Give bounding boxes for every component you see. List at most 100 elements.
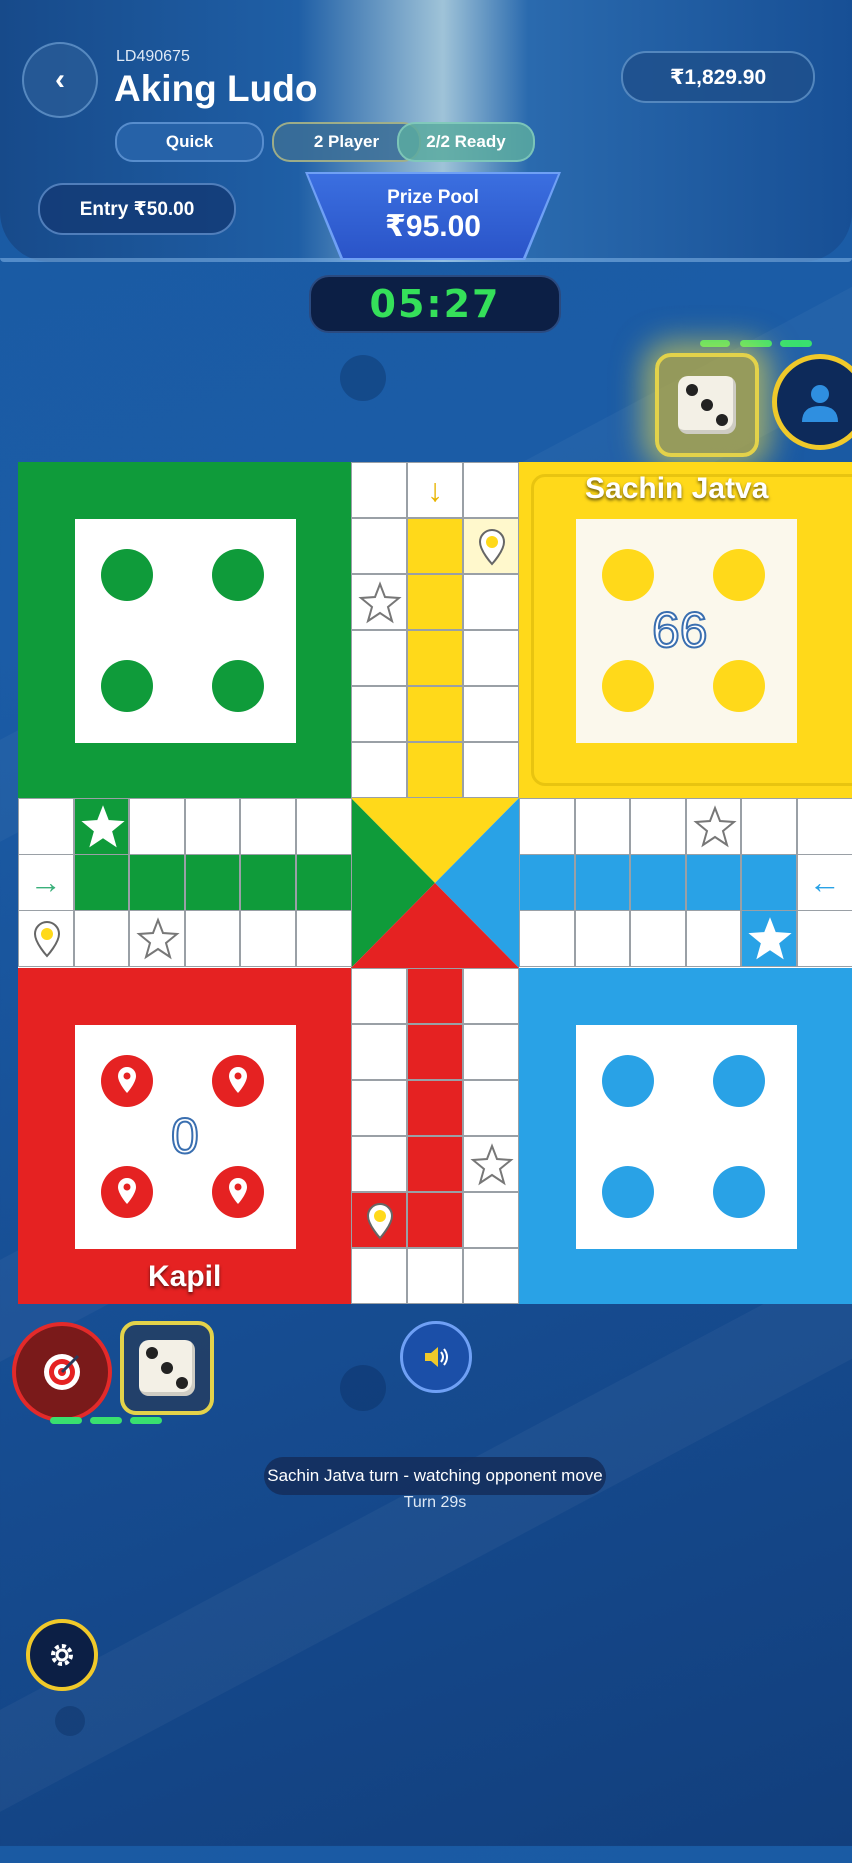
opponent-name: Sachin Jatva [585,472,769,505]
bg-bubble [340,1365,386,1411]
player-target-badge[interactable] [12,1322,112,1422]
board-cell [18,798,74,855]
board-cell [463,1192,519,1248]
board-cell [351,518,407,574]
board-cell [407,1080,463,1136]
board-cell [351,630,407,686]
board-cell [351,1248,407,1304]
board-cell: ↓ [407,462,463,518]
board-cell [240,798,296,855]
room-id: LD490675 [116,48,190,65]
red-token[interactable] [101,1055,153,1107]
map-pin-icon [478,528,506,566]
board-cell [463,742,519,798]
map-pin-icon [118,1178,136,1204]
board-cell [296,798,352,855]
board-cell [407,1248,463,1304]
map-pin-icon [366,1202,394,1240]
board-cell [129,910,185,967]
board-cell [184,854,241,911]
turn-progress-segment [50,1417,82,1424]
turn-progress-segment [130,1417,162,1424]
board-cell [797,910,852,967]
room-title: Aking Ludo [114,68,318,109]
board-cell [519,798,575,855]
turn-progress-segment [700,340,730,347]
opponent-avatar [772,354,852,450]
wallet-balance[interactable]: ₹1,829.90 [621,51,815,103]
board-cell [574,854,631,911]
board-cell [407,742,463,798]
board-cell [184,798,241,855]
board-cell [685,854,742,911]
star-icon [358,581,402,624]
turn-progress-segment [780,340,812,347]
roll-dice-button[interactable] [120,1321,214,1415]
board-cell [296,910,352,967]
board-cell [73,910,130,967]
arrow-icon: ↓ [427,471,443,508]
map-pin-icon [118,1067,136,1093]
board-cell [741,910,797,967]
board-cell [630,854,686,911]
board-cell [519,910,575,967]
ludo-board: 66 Sachin Jatva 0 Kapil ↓ → ← [18,462,852,1304]
red-token[interactable] [101,1166,153,1218]
board-cell [351,968,407,1024]
sound-button[interactable] [400,1321,472,1393]
board-cell [407,1024,463,1080]
board-cell [519,854,575,911]
turn-progress-segment [90,1417,122,1424]
board-cell [407,968,463,1024]
board-cell [407,686,463,742]
yellow-token[interactable] [463,518,519,574]
board-cell [463,968,519,1024]
red-token[interactable] [212,1166,264,1218]
settings-button[interactable] [26,1619,98,1691]
board-cell [574,910,631,967]
board-cell [351,1136,407,1192]
settings-icon [51,1644,73,1666]
red-token[interactable] [212,1055,264,1107]
green-home [18,462,351,798]
board-cell [73,854,130,911]
player-name: Kapil [148,1260,222,1293]
home-center [351,798,519,968]
board-cell [129,854,185,911]
board-cell [73,798,130,855]
board-cell [240,854,296,911]
board-cell [351,1080,407,1136]
bg-bubble [55,1706,85,1736]
board-cell [351,574,407,630]
mode-badge: Quick [115,122,264,162]
board-cell [407,1192,463,1248]
star-icon [81,805,125,848]
star-icon [470,1143,514,1186]
prize-pool-value: ₹95.00 [385,210,481,243]
board-cell [630,798,686,855]
board-cell [240,910,296,967]
yellow-token[interactable] [18,910,74,967]
map-pin-icon [229,1067,247,1093]
board-cell [463,574,519,630]
board-cell [407,574,463,630]
blue-home [519,968,852,1304]
board-cell [296,854,352,911]
board-cell [463,1080,519,1136]
board-cell [463,630,519,686]
board-cell [407,630,463,686]
board-cell [351,462,407,518]
back-icon: ‹ [55,63,65,96]
map-pin-icon [229,1178,247,1204]
red-home-yard: 0 [75,1025,296,1249]
ready-badge: 2/2 Ready [397,122,535,162]
back-button[interactable]: ‹ [22,42,98,118]
turn-countdown: Turn 29s [403,1494,467,1511]
board-cell [685,798,742,855]
sound-icon [425,1347,448,1367]
dice-icon [678,376,736,434]
yellow-token[interactable] [351,1192,407,1248]
game-timer: 05:27 [309,275,561,333]
board-cell [463,686,519,742]
player-score: 0 [170,1107,200,1165]
